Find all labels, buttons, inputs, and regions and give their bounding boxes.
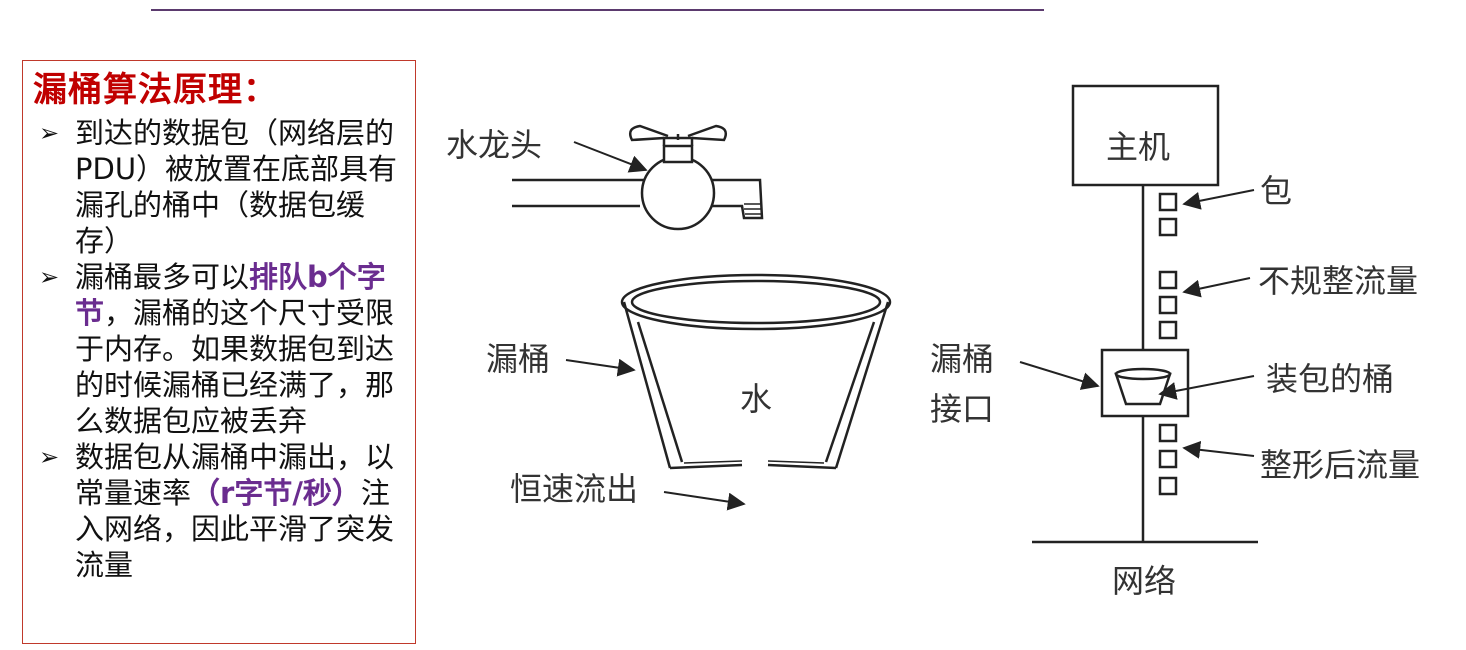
- irregular-packets: [1158, 192, 1178, 340]
- network-label: 网络: [1112, 562, 1176, 600]
- packet: [1158, 270, 1178, 290]
- outflow-label: 恒速流出: [510, 470, 638, 508]
- arrow-outflow: [663, 491, 746, 511]
- arrow-bucket: [565, 358, 636, 377]
- packet: [1158, 449, 1178, 469]
- arrow-irregular: [1182, 277, 1251, 298]
- interface-box: [1100, 348, 1190, 418]
- shaped-flow-label: 整形后流量: [1260, 446, 1420, 484]
- faucet-icon: [512, 124, 764, 231]
- bucket-icon: [620, 273, 892, 470]
- water-label: 水: [740, 380, 772, 418]
- leaky-bucket-diagram: 水龙头 漏桶 水 恒速流出 主机 包 不规整流量 漏桶 接口 装包的桶 整形后流…: [446, 84, 1420, 600]
- irregular-flow-label: 不规整流量: [1258, 262, 1418, 300]
- bucket-with-packets-label: 装包的桶: [1266, 360, 1394, 398]
- faucet-label: 水龙头: [446, 126, 542, 164]
- packet: [1158, 476, 1178, 496]
- interface-label-line2: 接口: [930, 390, 994, 428]
- arrow-shaped: [1182, 440, 1255, 459]
- arrow-interface: [1019, 361, 1100, 390]
- packet-label: 包: [1260, 172, 1292, 210]
- shaped-packets: [1158, 423, 1178, 496]
- host-label: 主机: [1106, 128, 1170, 166]
- arrow-packet: [1182, 189, 1255, 210]
- packet: [1158, 192, 1178, 212]
- packet: [1158, 295, 1178, 315]
- packet: [1158, 217, 1178, 237]
- packet: [1158, 320, 1178, 340]
- interface-label-line1: 漏桶: [930, 340, 994, 378]
- packet: [1158, 423, 1178, 443]
- arrow-faucet: [573, 141, 648, 173]
- bucket-label: 漏桶: [486, 340, 550, 378]
